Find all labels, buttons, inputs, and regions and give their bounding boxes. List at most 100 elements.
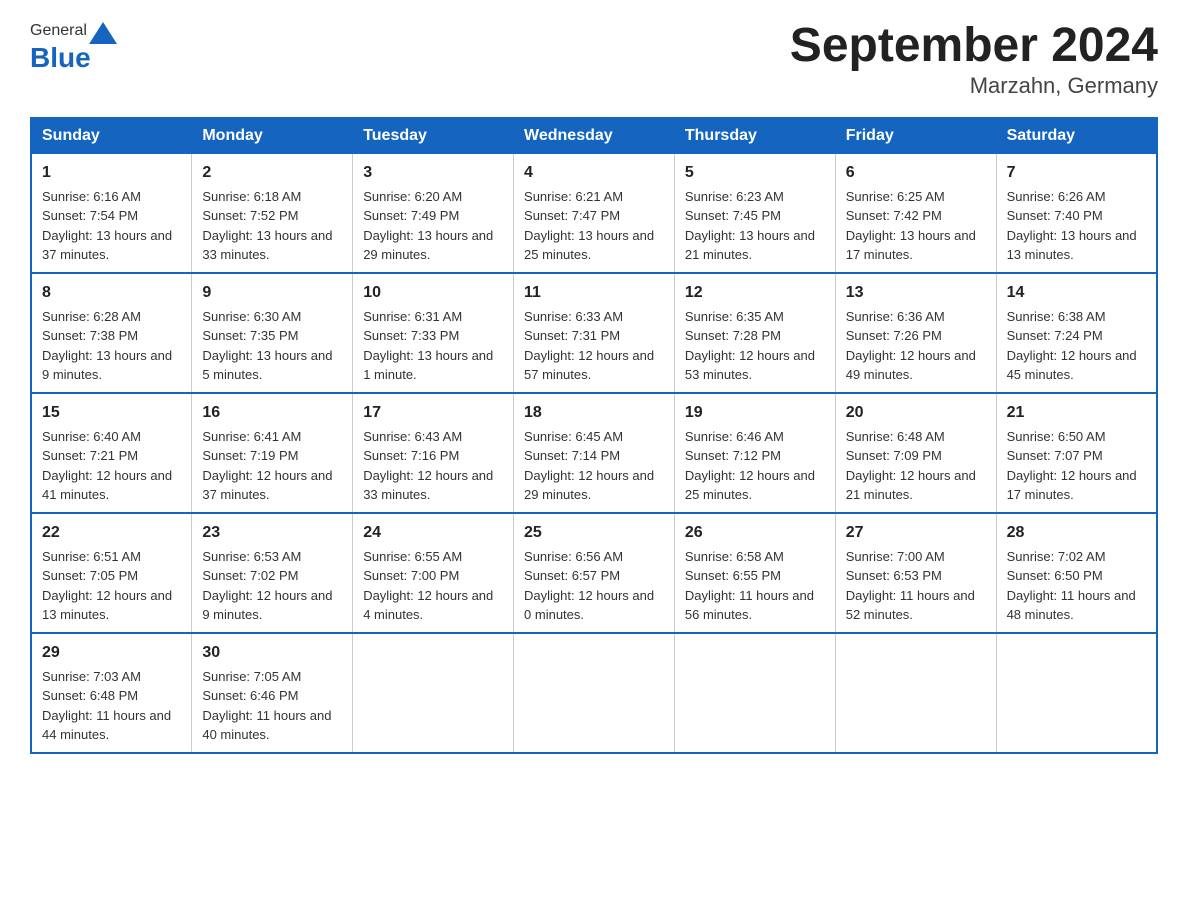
day-number: 14 — [1007, 281, 1146, 305]
calendar-cell: 16Sunrise: 6:41 AMSunset: 7:19 PMDayligh… — [192, 393, 353, 513]
day-number: 24 — [363, 521, 503, 545]
day-info: Sunrise: 6:28 AMSunset: 7:38 PMDaylight:… — [42, 307, 181, 385]
day-number: 25 — [524, 521, 664, 545]
calendar-cell: 18Sunrise: 6:45 AMSunset: 7:14 PMDayligh… — [514, 393, 675, 513]
day-number: 18 — [524, 401, 664, 425]
calendar-location: Marzahn, Germany — [790, 73, 1158, 99]
week-row-1: 1Sunrise: 6:16 AMSunset: 7:54 PMDaylight… — [31, 153, 1157, 273]
day-number: 30 — [202, 641, 342, 665]
day-info: Sunrise: 6:50 AMSunset: 7:07 PMDaylight:… — [1007, 427, 1146, 505]
day-info: Sunrise: 6:46 AMSunset: 7:12 PMDaylight:… — [685, 427, 825, 505]
day-info: Sunrise: 6:38 AMSunset: 7:24 PMDaylight:… — [1007, 307, 1146, 385]
calendar-cell: 25Sunrise: 6:56 AMSunset: 6:57 PMDayligh… — [514, 513, 675, 633]
day-number: 16 — [202, 401, 342, 425]
day-number: 27 — [846, 521, 986, 545]
header-cell-thursday: Thursday — [674, 118, 835, 154]
calendar-cell: 15Sunrise: 6:40 AMSunset: 7:21 PMDayligh… — [31, 393, 192, 513]
day-info: Sunrise: 7:03 AMSunset: 6:48 PMDaylight:… — [42, 667, 181, 745]
calendar-cell: 9Sunrise: 6:30 AMSunset: 7:35 PMDaylight… — [192, 273, 353, 393]
day-number: 23 — [202, 521, 342, 545]
day-number: 21 — [1007, 401, 1146, 425]
header-cell-friday: Friday — [835, 118, 996, 154]
week-row-2: 8Sunrise: 6:28 AMSunset: 7:38 PMDaylight… — [31, 273, 1157, 393]
header-cell-saturday: Saturday — [996, 118, 1157, 154]
calendar-cell: 26Sunrise: 6:58 AMSunset: 6:55 PMDayligh… — [674, 513, 835, 633]
day-number: 3 — [363, 161, 503, 185]
calendar-cell — [353, 633, 514, 753]
day-info: Sunrise: 6:53 AMSunset: 7:02 PMDaylight:… — [202, 547, 342, 625]
day-number: 4 — [524, 161, 664, 185]
calendar-cell — [514, 633, 675, 753]
calendar-cell: 7Sunrise: 6:26 AMSunset: 7:40 PMDaylight… — [996, 153, 1157, 273]
header-cell-sunday: Sunday — [31, 118, 192, 154]
header-cell-wednesday: Wednesday — [514, 118, 675, 154]
calendar-cell — [674, 633, 835, 753]
day-number: 12 — [685, 281, 825, 305]
day-number: 28 — [1007, 521, 1146, 545]
calendar-cell: 1Sunrise: 6:16 AMSunset: 7:54 PMDaylight… — [31, 153, 192, 273]
page-header: General Blue September 2024 Marzahn, Ger… — [30, 20, 1158, 99]
day-number: 19 — [685, 401, 825, 425]
logo: General Blue — [30, 20, 119, 74]
calendar-title: September 2024 — [790, 20, 1158, 73]
day-info: Sunrise: 6:23 AMSunset: 7:45 PMDaylight:… — [685, 187, 825, 265]
calendar-cell: 12Sunrise: 6:35 AMSunset: 7:28 PMDayligh… — [674, 273, 835, 393]
day-number: 7 — [1007, 161, 1146, 185]
calendar-cell: 4Sunrise: 6:21 AMSunset: 7:47 PMDaylight… — [514, 153, 675, 273]
day-info: Sunrise: 6:31 AMSunset: 7:33 PMDaylight:… — [363, 307, 503, 385]
header-cell-tuesday: Tuesday — [353, 118, 514, 154]
day-info: Sunrise: 6:40 AMSunset: 7:21 PMDaylight:… — [42, 427, 181, 505]
day-number: 1 — [42, 161, 181, 185]
day-info: Sunrise: 6:45 AMSunset: 7:14 PMDaylight:… — [524, 427, 664, 505]
header-cell-monday: Monday — [192, 118, 353, 154]
logo-blue-text: Blue — [30, 42, 91, 74]
day-number: 15 — [42, 401, 181, 425]
day-number: 20 — [846, 401, 986, 425]
day-info: Sunrise: 6:30 AMSunset: 7:35 PMDaylight:… — [202, 307, 342, 385]
calendar-body: 1Sunrise: 6:16 AMSunset: 7:54 PMDaylight… — [31, 153, 1157, 753]
calendar-cell: 10Sunrise: 6:31 AMSunset: 7:33 PMDayligh… — [353, 273, 514, 393]
day-info: Sunrise: 7:00 AMSunset: 6:53 PMDaylight:… — [846, 547, 986, 625]
calendar-cell: 3Sunrise: 6:20 AMSunset: 7:49 PMDaylight… — [353, 153, 514, 273]
day-number: 22 — [42, 521, 181, 545]
day-info: Sunrise: 6:48 AMSunset: 7:09 PMDaylight:… — [846, 427, 986, 505]
day-info: Sunrise: 6:56 AMSunset: 6:57 PMDaylight:… — [524, 547, 664, 625]
day-number: 2 — [202, 161, 342, 185]
header-row: SundayMondayTuesdayWednesdayThursdayFrid… — [31, 118, 1157, 154]
day-number: 8 — [42, 281, 181, 305]
day-info: Sunrise: 6:35 AMSunset: 7:28 PMDaylight:… — [685, 307, 825, 385]
day-number: 29 — [42, 641, 181, 665]
calendar-cell: 27Sunrise: 7:00 AMSunset: 6:53 PMDayligh… — [835, 513, 996, 633]
calendar-cell — [996, 633, 1157, 753]
day-info: Sunrise: 6:21 AMSunset: 7:47 PMDaylight:… — [524, 187, 664, 265]
day-info: Sunrise: 6:36 AMSunset: 7:26 PMDaylight:… — [846, 307, 986, 385]
calendar-cell: 14Sunrise: 6:38 AMSunset: 7:24 PMDayligh… — [996, 273, 1157, 393]
day-info: Sunrise: 6:16 AMSunset: 7:54 PMDaylight:… — [42, 187, 181, 265]
day-info: Sunrise: 6:18 AMSunset: 7:52 PMDaylight:… — [202, 187, 342, 265]
calendar-cell: 19Sunrise: 6:46 AMSunset: 7:12 PMDayligh… — [674, 393, 835, 513]
day-info: Sunrise: 6:26 AMSunset: 7:40 PMDaylight:… — [1007, 187, 1146, 265]
day-info: Sunrise: 7:02 AMSunset: 6:50 PMDaylight:… — [1007, 547, 1146, 625]
logo-general-text: General — [30, 22, 87, 40]
day-info: Sunrise: 6:58 AMSunset: 6:55 PMDaylight:… — [685, 547, 825, 625]
calendar-cell: 20Sunrise: 6:48 AMSunset: 7:09 PMDayligh… — [835, 393, 996, 513]
calendar-table: SundayMondayTuesdayWednesdayThursdayFrid… — [30, 117, 1158, 754]
day-number: 10 — [363, 281, 503, 305]
logo-triangle-icon — [89, 22, 117, 44]
day-number: 13 — [846, 281, 986, 305]
calendar-cell: 13Sunrise: 6:36 AMSunset: 7:26 PMDayligh… — [835, 273, 996, 393]
week-row-3: 15Sunrise: 6:40 AMSunset: 7:21 PMDayligh… — [31, 393, 1157, 513]
day-info: Sunrise: 7:05 AMSunset: 6:46 PMDaylight:… — [202, 667, 342, 745]
calendar-cell: 8Sunrise: 6:28 AMSunset: 7:38 PMDaylight… — [31, 273, 192, 393]
day-number: 5 — [685, 161, 825, 185]
day-info: Sunrise: 6:55 AMSunset: 7:00 PMDaylight:… — [363, 547, 503, 625]
week-row-5: 29Sunrise: 7:03 AMSunset: 6:48 PMDayligh… — [31, 633, 1157, 753]
week-row-4: 22Sunrise: 6:51 AMSunset: 7:05 PMDayligh… — [31, 513, 1157, 633]
calendar-cell: 21Sunrise: 6:50 AMSunset: 7:07 PMDayligh… — [996, 393, 1157, 513]
day-info: Sunrise: 6:41 AMSunset: 7:19 PMDaylight:… — [202, 427, 342, 505]
calendar-header: SundayMondayTuesdayWednesdayThursdayFrid… — [31, 118, 1157, 154]
day-info: Sunrise: 6:20 AMSunset: 7:49 PMDaylight:… — [363, 187, 503, 265]
calendar-cell: 5Sunrise: 6:23 AMSunset: 7:45 PMDaylight… — [674, 153, 835, 273]
calendar-cell: 2Sunrise: 6:18 AMSunset: 7:52 PMDaylight… — [192, 153, 353, 273]
calendar-cell: 23Sunrise: 6:53 AMSunset: 7:02 PMDayligh… — [192, 513, 353, 633]
